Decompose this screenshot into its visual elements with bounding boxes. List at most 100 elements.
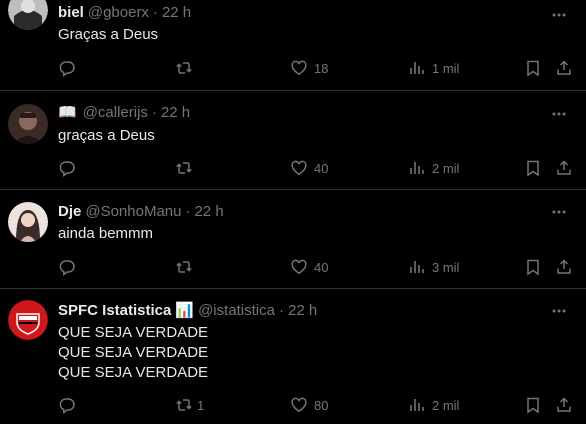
share-button[interactable]	[555, 57, 573, 79]
display-name[interactable]: Dje	[58, 202, 81, 222]
tweet-text-line: graças a Deus	[58, 127, 155, 144]
views-chart-icon	[410, 162, 424, 174]
like-count: 80	[314, 397, 329, 413]
timestamp[interactable]: 22 h	[162, 3, 191, 23]
tweet-text-line: QUE SEJA VERDADE	[58, 344, 209, 361]
avatar[interactable]	[8, 0, 48, 30]
tweet-actions: 1 80 2 mil	[58, 394, 586, 416]
bookmark-icon	[527, 259, 539, 276]
display-name[interactable]: SPFC Istatistica	[58, 301, 171, 321]
like-button[interactable]: 40	[290, 256, 328, 278]
tweet[interactable]: Dje @SonhoManu · 22 h ainda bemmm 40 3 m…	[0, 190, 586, 289]
views-button[interactable]: 2 mil	[408, 394, 459, 416]
share-button[interactable]	[555, 256, 573, 278]
separator-dot: ·	[278, 302, 284, 319]
repost-icon	[176, 62, 192, 74]
separator-dot: ·	[152, 4, 158, 21]
avatar[interactable]	[8, 300, 48, 340]
separator-dot: ·	[185, 203, 191, 220]
share-icon	[557, 259, 571, 274]
book-emoji[interactable]: 📖	[58, 103, 77, 123]
repost-count: 1	[197, 397, 205, 413]
reply-button[interactable]	[58, 157, 76, 179]
avatar-image	[8, 202, 48, 242]
tweet-text: ainda bemmm	[58, 224, 153, 244]
like-button[interactable]: 80	[290, 394, 328, 416]
reply-button[interactable]	[58, 256, 76, 278]
heart-icon	[291, 160, 307, 176]
heart-icon	[291, 397, 307, 413]
bookmark-button[interactable]	[524, 57, 542, 79]
timestamp[interactable]: 22 h	[194, 202, 223, 222]
views-count: 2 mil	[432, 397, 460, 413]
reply-button[interactable]	[58, 57, 76, 79]
tweet[interactable]: SPFC Istatistica 📊 @istatistica · 22 h Q…	[0, 289, 586, 424]
more-options-icon[interactable]	[550, 105, 568, 123]
like-count: 40	[314, 259, 329, 275]
tweet-text-line: QUE SEJA VERDADE	[58, 324, 209, 341]
bar-chart-emoji: 📊	[175, 302, 195, 319]
more-options-icon[interactable]	[550, 203, 568, 221]
tweet[interactable]: 📖 @callerijs · 22 h graças a Deus 40 2 m…	[0, 91, 586, 190]
tweet-actions: 40 3 mil	[58, 256, 586, 278]
user-handle[interactable]: @SonhoManu	[85, 202, 181, 222]
repost-button[interactable]	[175, 256, 197, 278]
like-count: 40	[314, 160, 329, 176]
repost-icon	[176, 399, 192, 411]
more-options-icon[interactable]	[550, 302, 568, 320]
like-button[interactable]: 18	[290, 57, 328, 79]
tweet-text: QUE SEJA VERDADE QUE SEJA VERDADE QUE SE…	[58, 323, 208, 383]
tweet-header: biel @gboerx · 22 h	[58, 3, 191, 23]
spfc-logo-avatar	[8, 300, 48, 340]
like-count: 18	[314, 60, 329, 76]
share-icon	[557, 60, 571, 75]
tweet-header: Dje @SonhoManu · 22 h	[58, 202, 224, 222]
share-button[interactable]	[555, 394, 573, 416]
separator-dot: ·	[151, 104, 157, 121]
views-chart-icon	[410, 399, 424, 411]
share-icon	[557, 160, 571, 175]
bookmark-button[interactable]	[524, 394, 542, 416]
views-chart-icon	[410, 62, 424, 74]
bookmark-button[interactable]	[524, 256, 542, 278]
repost-icon	[176, 162, 192, 174]
timeline-feed: biel @gboerx · 22 h Graças a Deus 18 1 m…	[0, 0, 586, 424]
display-name[interactable]: biel	[58, 3, 84, 23]
tweet-text: graças a Deus	[58, 126, 155, 146]
tweet-actions: 18 1 mil	[58, 57, 586, 79]
avatar-image	[8, 0, 48, 30]
avatar-image	[8, 104, 48, 144]
user-handle[interactable]: @callerijs	[83, 103, 148, 123]
views-count: 2 mil	[432, 160, 460, 176]
bookmark-icon	[527, 160, 539, 177]
timestamp[interactable]: 22 h	[288, 301, 317, 321]
tweet-actions: 40 2 mil	[58, 157, 586, 179]
tweet-text-line: ainda bemmm	[58, 225, 154, 242]
bookmark-button[interactable]	[524, 157, 542, 179]
more-options-icon[interactable]	[550, 6, 568, 24]
bookmark-icon	[527, 397, 539, 414]
views-button[interactable]: 3 mil	[408, 256, 459, 278]
repost-button[interactable]: 1	[175, 394, 204, 416]
user-handle[interactable]: @gboerx	[88, 3, 149, 23]
views-chart-icon	[410, 261, 424, 273]
user-handle[interactable]: @istatistica	[198, 301, 275, 321]
views-count: 3 mil	[432, 259, 460, 275]
views-count: 1 mil	[432, 60, 460, 76]
tweet[interactable]: biel @gboerx · 22 h Graças a Deus 18 1 m…	[0, 0, 586, 91]
repost-button[interactable]	[175, 57, 197, 79]
like-button[interactable]: 40	[290, 157, 328, 179]
tweet-text-line: Graças a Deus	[58, 26, 159, 43]
bookmark-icon	[527, 60, 539, 77]
views-button[interactable]: 1 mil	[408, 57, 459, 79]
tweet-header: 📖 @callerijs · 22 h	[58, 103, 190, 123]
reply-icon	[59, 161, 75, 177]
views-button[interactable]: 2 mil	[408, 157, 459, 179]
repost-button[interactable]	[175, 157, 197, 179]
avatar[interactable]	[8, 104, 48, 144]
avatar[interactable]	[8, 202, 48, 242]
share-button[interactable]	[555, 157, 573, 179]
reply-button[interactable]	[58, 394, 76, 416]
reply-icon	[59, 260, 75, 276]
timestamp[interactable]: 22 h	[161, 103, 190, 123]
